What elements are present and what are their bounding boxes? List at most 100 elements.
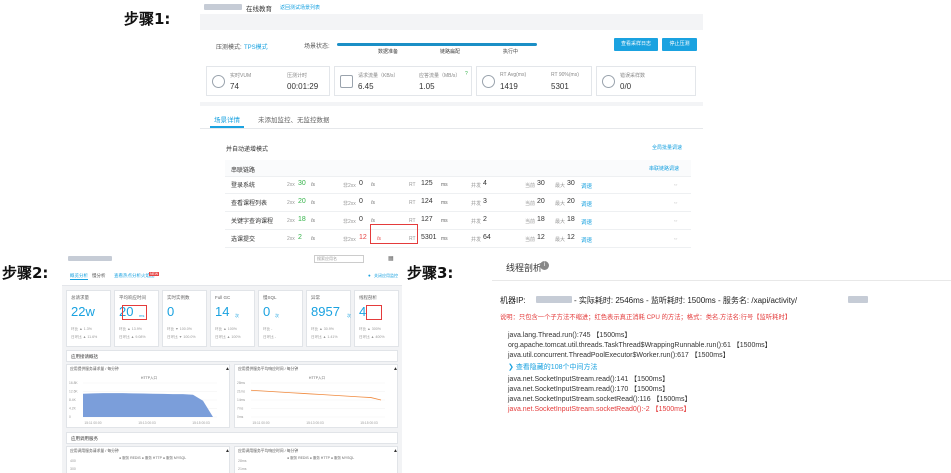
request-volume-plot: 16.8K 12.6K 8.4K 4.2K 0 HTTP入口 15:11 00:00 15… [69, 375, 217, 425]
max-value: 18 [567, 216, 575, 223]
info-icon[interactable]: ● [368, 273, 371, 278]
metric-value: 1.05 [419, 82, 435, 91]
concurrency-label: 并发 [471, 183, 482, 189]
ok-count: 30 [298, 180, 306, 187]
metric-label: 错误采样数 [620, 73, 646, 79]
metric-label: 请求流量（KB/s） [358, 73, 399, 79]
stack-frame: java.net.SocketInputStream.read():141 【1… [508, 376, 670, 383]
drag-handle-icon[interactable]: ⇔ [673, 200, 679, 206]
max-value: 30 [567, 180, 575, 187]
stat-card[interactable]: Full GC 14 次环比 ▲ 100% 日环比 ▲ 100% [210, 290, 255, 347]
section-header: 应用接请概括 [66, 350, 398, 362]
unit-label: /s [311, 200, 315, 206]
stat-label: 异常 [311, 295, 320, 300]
pressure-test-scene-panel: 在线教育 返回测试场景列表 压测模式: TPS模式 场景状态: 数据准备 链路扁… [200, 0, 703, 250]
table-row: 登录系统 2xx 30/s 非2xx 0/s RT 125 ms 并发 4 当前 30 最大 30 调速 ⇔ [225, 177, 691, 194]
scene-header: 在线教育 返回测试场景列表 [200, 0, 703, 14]
stat-card[interactable]: 总请求量 22w 环比 ▲ 1.3% 日环比 ▲ 11.6% [66, 290, 111, 347]
stop-test-button[interactable]: 停止压测 [662, 38, 697, 51]
global-adjust-link[interactable]: 全局批量调速 [652, 144, 682, 151]
brand-name: 在线教育 [246, 6, 272, 13]
info-icon[interactable]: i [540, 261, 549, 270]
tab-scene-detail[interactable]: 场景详情 [214, 114, 240, 124]
stat-label: 实时实例数 [167, 295, 190, 300]
stat-card[interactable]: 实时实例数 0 环比 ▼ 100.0% 日环比 ▼ 100.0% [162, 290, 207, 347]
highlight-box-failed-requests [370, 224, 418, 244]
unit-label: /s [371, 200, 375, 206]
legend-note: 说明：只包含一个子方法不缩进；红色表示真正消耗 CPU 的方法；格式：类名.方法… [500, 314, 792, 321]
drag-handle-icon[interactable]: ⇔ [673, 182, 679, 188]
stat-unit: 次 [235, 313, 239, 318]
group-title: 串联链路 [231, 168, 256, 174]
row-name: 登录系统 [231, 183, 256, 189]
metric-value: 0/0 [620, 82, 632, 91]
drag-handle-icon[interactable]: ⇔ [673, 218, 679, 224]
scene-progress-bar [337, 43, 537, 46]
x-tick: 15:11 00:00 [252, 421, 269, 425]
metric-label: RT Avg(ms) [500, 72, 527, 78]
current-value: 30 [537, 180, 545, 187]
scene-status-label: 场景状态: [304, 44, 330, 50]
max-label: 最大 [555, 237, 566, 243]
y-tick: 28ms [238, 459, 247, 463]
y-tick: 8.4K [69, 398, 77, 402]
stat-card[interactable]: 慢SQL 0 次环比 - 日环比 - [258, 290, 303, 347]
concurrency-label: 并发 [471, 219, 482, 225]
metric-label: 实时VUM [230, 73, 252, 79]
tab-slow[interactable]: 慢分析 [92, 273, 106, 279]
stat-value: 8957 [311, 304, 340, 319]
stat-change: 环比 ▼ 100.0% [167, 327, 192, 331]
chart-title: 应用调用服务平均响应时间 / 每分钟 [238, 449, 299, 453]
tab-overview[interactable]: 概览分析 [70, 273, 88, 280]
bell-icon[interactable]: ▲ [225, 366, 230, 372]
close-monitor-link[interactable]: 关闭应用监控 [374, 273, 398, 279]
grid-icon[interactable]: ▦ [388, 255, 394, 262]
adjust-speed-link[interactable]: 调速 [581, 200, 592, 208]
legend-item: ● 服务 REDIS ● 服务 HTTP ● 服务 MYSQL [287, 456, 355, 460]
adjust-speed-link[interactable]: 调速 [581, 182, 592, 190]
x-tick: 15:13 00:03 [306, 421, 324, 425]
drag-handle-icon[interactable]: ⇔ [673, 236, 679, 242]
bell-icon[interactable]: ▲ [225, 448, 230, 454]
chart-title: 应用调用服务请求量 / 每分钟 [70, 449, 119, 453]
stat-label: 平均响应时间 [119, 295, 146, 300]
table-row: 关键字查询课程 2xx 18/s 非2xx 0/s RT 127 ms 并发 2 当前 18 最大 18 调… [225, 213, 691, 230]
progress-step-2: 链路扁配 [440, 49, 461, 55]
view-sampling-log-button[interactable]: 查看采样日志 [614, 38, 658, 51]
section-title: 应用调用服务 [71, 436, 98, 441]
legend-label: 服务 HTTP [312, 456, 330, 460]
concurrency-label: 并发 [471, 201, 482, 207]
help-icon[interactable]: ? [465, 71, 468, 77]
response-time-plot: 28ms 21ms 14ms 7ms 0ms HTTP入口 15:11 00:00 15:… [237, 375, 385, 425]
max-label: 最大 [555, 183, 566, 189]
bell-icon[interactable]: ▲ [393, 366, 398, 372]
fail-label: 非2xx [343, 201, 356, 207]
x-tick: 15:15 00:03 [192, 421, 210, 425]
highlight-box-thread-profile [366, 305, 382, 320]
ok-label: 2xx [287, 236, 295, 242]
mode-label: 压测模式: [216, 45, 242, 51]
expand-label: 查看隐藏的108个中间方法 [515, 364, 598, 371]
alert-icon [602, 75, 615, 88]
legend-item: HTTP入口 [141, 375, 158, 380]
max-value: 20 [567, 198, 575, 205]
back-to-list-link[interactable]: 返回测试场景列表 [280, 4, 320, 11]
section-header: 应用调用服务 [66, 432, 398, 444]
rt-label: RT [409, 182, 416, 188]
section-title: 并自动递增模式 [226, 147, 269, 153]
stack-frame: java.net.SocketInputStream.socketRead():… [508, 396, 692, 403]
adjust-speed-link[interactable]: 调速 [581, 236, 592, 244]
tab-monitoring[interactable]: 未添加监控、无监控数据 [258, 114, 330, 124]
adjust-speed-link[interactable]: 调速 [581, 218, 592, 226]
fail-label: 非2xx [343, 219, 356, 225]
search-input[interactable]: 搜索应用名 [314, 255, 364, 263]
expand-hidden-methods-link[interactable]: ❯ 查看隐藏的108个中间方法 [508, 362, 598, 372]
group-adjust-link[interactable]: 串联链路调速 [649, 165, 679, 172]
max-label: 最大 [555, 219, 566, 225]
max-value: 12 [567, 234, 575, 241]
stat-card[interactable]: 异常 8957 次环比 ▲ 30.9% 日环比 ▲ 1.41% [306, 290, 351, 347]
stat-value: 0 [263, 304, 271, 319]
bell-icon[interactable]: ▲ [393, 448, 398, 454]
fail-label: 非2xx [343, 237, 356, 243]
metric-traffic: 请求流量（KB/s） 6.45 应答流量（MB/s） ? 1.05 [334, 66, 472, 96]
